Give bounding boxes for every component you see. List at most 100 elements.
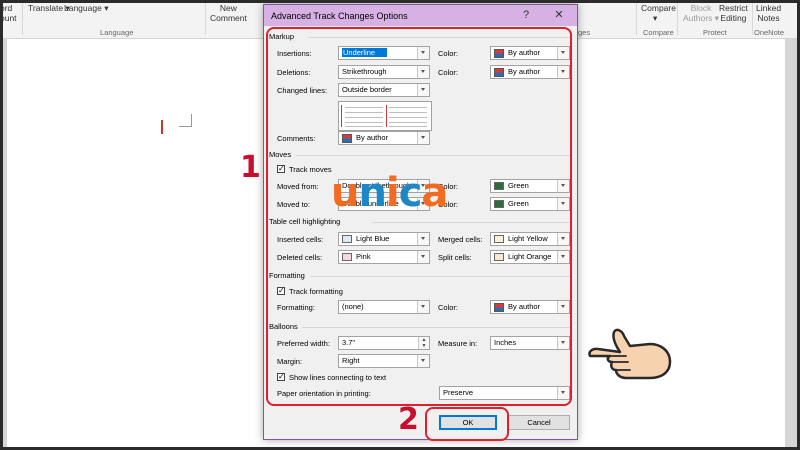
- dropdown-arrow-icon: [557, 337, 569, 349]
- ribbon-separator: [752, 3, 753, 35]
- dropdown-arrow-icon: [557, 66, 569, 78]
- section-divider: [308, 37, 570, 38]
- block-authors-button[interactable]: Block Authors ▾: [683, 3, 719, 23]
- group-label-changes: ges: [578, 28, 591, 37]
- ribbon-separator: [636, 3, 637, 35]
- measure-in-value: Inches: [494, 338, 517, 347]
- dropdown-arrow-icon: ▾: [104, 3, 109, 13]
- moved-to-color-value: Green: [508, 199, 529, 208]
- moved-to-color-dropdown[interactable]: Green: [490, 197, 570, 211]
- group-label-onenote: OneNote: [754, 28, 785, 37]
- dropdown-arrow-icon: [557, 251, 569, 263]
- unica-watermark-logo: unica: [331, 170, 448, 216]
- deletions-dropdown[interactable]: Strikethrough: [338, 65, 430, 79]
- restrict-editing-label-2: Editing: [720, 13, 747, 23]
- inserted-cells-dropdown[interactable]: Light Blue: [338, 232, 430, 246]
- split-cells-value: Light Orange: [508, 252, 552, 261]
- restrict-editing-button[interactable]: Restrict Editing: [719, 3, 748, 23]
- light-blue-swatch-icon: [342, 235, 352, 244]
- section-balloons: Balloons: [269, 322, 298, 331]
- section-formatting: Formatting: [269, 271, 305, 280]
- close-button[interactable]: ✕: [549, 8, 569, 23]
- preferred-width-label: Preferred width:: [277, 339, 330, 348]
- deleted-cells-dropdown[interactable]: Pink: [338, 250, 430, 264]
- compare-button[interactable]: Compare ▾: [641, 3, 676, 23]
- inserted-cells-value: Light Blue: [356, 234, 390, 243]
- comments-value: By author: [356, 133, 389, 142]
- insertions-value: Underline: [342, 48, 388, 57]
- insertions-color-dropdown[interactable]: By author: [490, 46, 570, 60]
- step-number-2: 2: [398, 402, 419, 437]
- paper-orientation-dropdown[interactable]: Preserve: [439, 386, 570, 400]
- cancel-button[interactable]: Cancel: [508, 415, 570, 430]
- changes-group-fragment: ges: [578, 3, 590, 38]
- preferred-width-spinner[interactable]: 3.7" ▲ ▼: [338, 336, 430, 350]
- deletions-label: Deletions:: [277, 68, 311, 77]
- comments-dropdown[interactable]: By author: [338, 131, 430, 145]
- section-divider: [310, 276, 570, 277]
- deleted-cells-value: Pink: [356, 252, 371, 261]
- block-authors-label-2: Authors: [683, 13, 713, 23]
- dropdown-arrow-icon: [417, 233, 429, 245]
- split-cells-dropdown[interactable]: Light Orange: [490, 250, 570, 264]
- section-divider: [372, 222, 570, 223]
- formatting-color-label: Color:: [438, 303, 459, 312]
- spinner-arrows-icon[interactable]: ▲ ▼: [418, 337, 429, 349]
- formatting-color-dropdown[interactable]: By author: [490, 300, 570, 314]
- help-button[interactable]: ?: [516, 8, 536, 23]
- group-label-protect: Protect: [703, 28, 727, 37]
- dropdown-arrow-icon: [417, 301, 429, 313]
- dropdown-arrow-icon: [557, 198, 569, 210]
- dropdown-arrow-icon: [417, 355, 429, 367]
- new-comment-label-1: New: [219, 3, 237, 13]
- track-moves-checkbox[interactable]: ✓: [277, 165, 285, 173]
- word-count-label-2: ount: [0, 13, 17, 23]
- preferred-width-value: 3.7": [342, 338, 356, 347]
- moved-from-label: Moved from:: [277, 182, 319, 191]
- dropdown-arrow-icon: [557, 180, 569, 192]
- deletions-color-value: By author: [508, 67, 541, 76]
- dialog-title: Advanced Track Changes Options: [271, 11, 408, 21]
- linked-notes-label-2: Notes: [757, 13, 780, 23]
- by-author-color-icon: [494, 67, 504, 77]
- margin-dropdown[interactable]: Right: [338, 354, 430, 368]
- green-swatch-icon: [494, 182, 504, 191]
- show-lines-label: Show lines connecting to text: [289, 373, 387, 382]
- formatting-label: Formatting:: [277, 303, 315, 312]
- dropdown-arrow-icon: [557, 233, 569, 245]
- dropdown-arrow-icon: [557, 387, 569, 399]
- group-label-language: Language: [100, 28, 134, 37]
- insertions-dropdown[interactable]: Underline: [338, 46, 430, 60]
- show-lines-checkbox[interactable]: ✓: [277, 373, 285, 381]
- moved-from-color-value: Green: [508, 181, 529, 190]
- dropdown-arrow-icon: [557, 47, 569, 59]
- deletions-color-dropdown[interactable]: By author: [490, 65, 570, 79]
- moved-to-label: Moved to:: [277, 200, 310, 209]
- moved-from-color-dropdown[interactable]: Green: [490, 179, 570, 193]
- formatting-dropdown[interactable]: (none): [338, 300, 430, 314]
- measure-in-label: Measure in:: [438, 339, 478, 348]
- track-moves-label: Track moves: [289, 165, 332, 174]
- linked-notes-button[interactable]: Linked Notes: [756, 3, 781, 23]
- margin-value: Right: [342, 356, 360, 365]
- language-button[interactable]: Language ▾: [64, 3, 108, 13]
- new-comment-button[interactable]: New Comment: [210, 3, 247, 23]
- word-count-button[interactable]: ord ount: [0, 3, 17, 23]
- measure-in-dropdown[interactable]: Inches: [490, 336, 570, 350]
- section-table-cell-highlighting: Table cell highlighting: [269, 217, 341, 226]
- dropdown-arrow-icon: [417, 132, 429, 144]
- inserted-cells-label: Inserted cells:: [277, 235, 324, 244]
- merged-cells-label: Merged cells:: [438, 235, 483, 244]
- changed-lines-value: Outside border: [342, 85, 392, 94]
- new-comment-label-2: Comment: [210, 13, 247, 23]
- changed-lines-dropdown[interactable]: Outside border: [338, 83, 430, 97]
- merged-cells-dropdown[interactable]: Light Yellow: [490, 232, 570, 246]
- dropdown-arrow-icon: [417, 84, 429, 96]
- track-formatting-label: Track formatting: [289, 287, 343, 296]
- paper-orientation-label: Paper orientation in printing:: [277, 389, 371, 398]
- track-formatting-checkbox[interactable]: ✓: [277, 287, 285, 295]
- dialog-titlebar[interactable]: Advanced Track Changes Options ? ✕: [264, 5, 577, 26]
- comments-label: Comments:: [277, 134, 316, 143]
- merged-cells-value: Light Yellow: [508, 234, 548, 243]
- dropdown-arrow-icon: [417, 47, 429, 59]
